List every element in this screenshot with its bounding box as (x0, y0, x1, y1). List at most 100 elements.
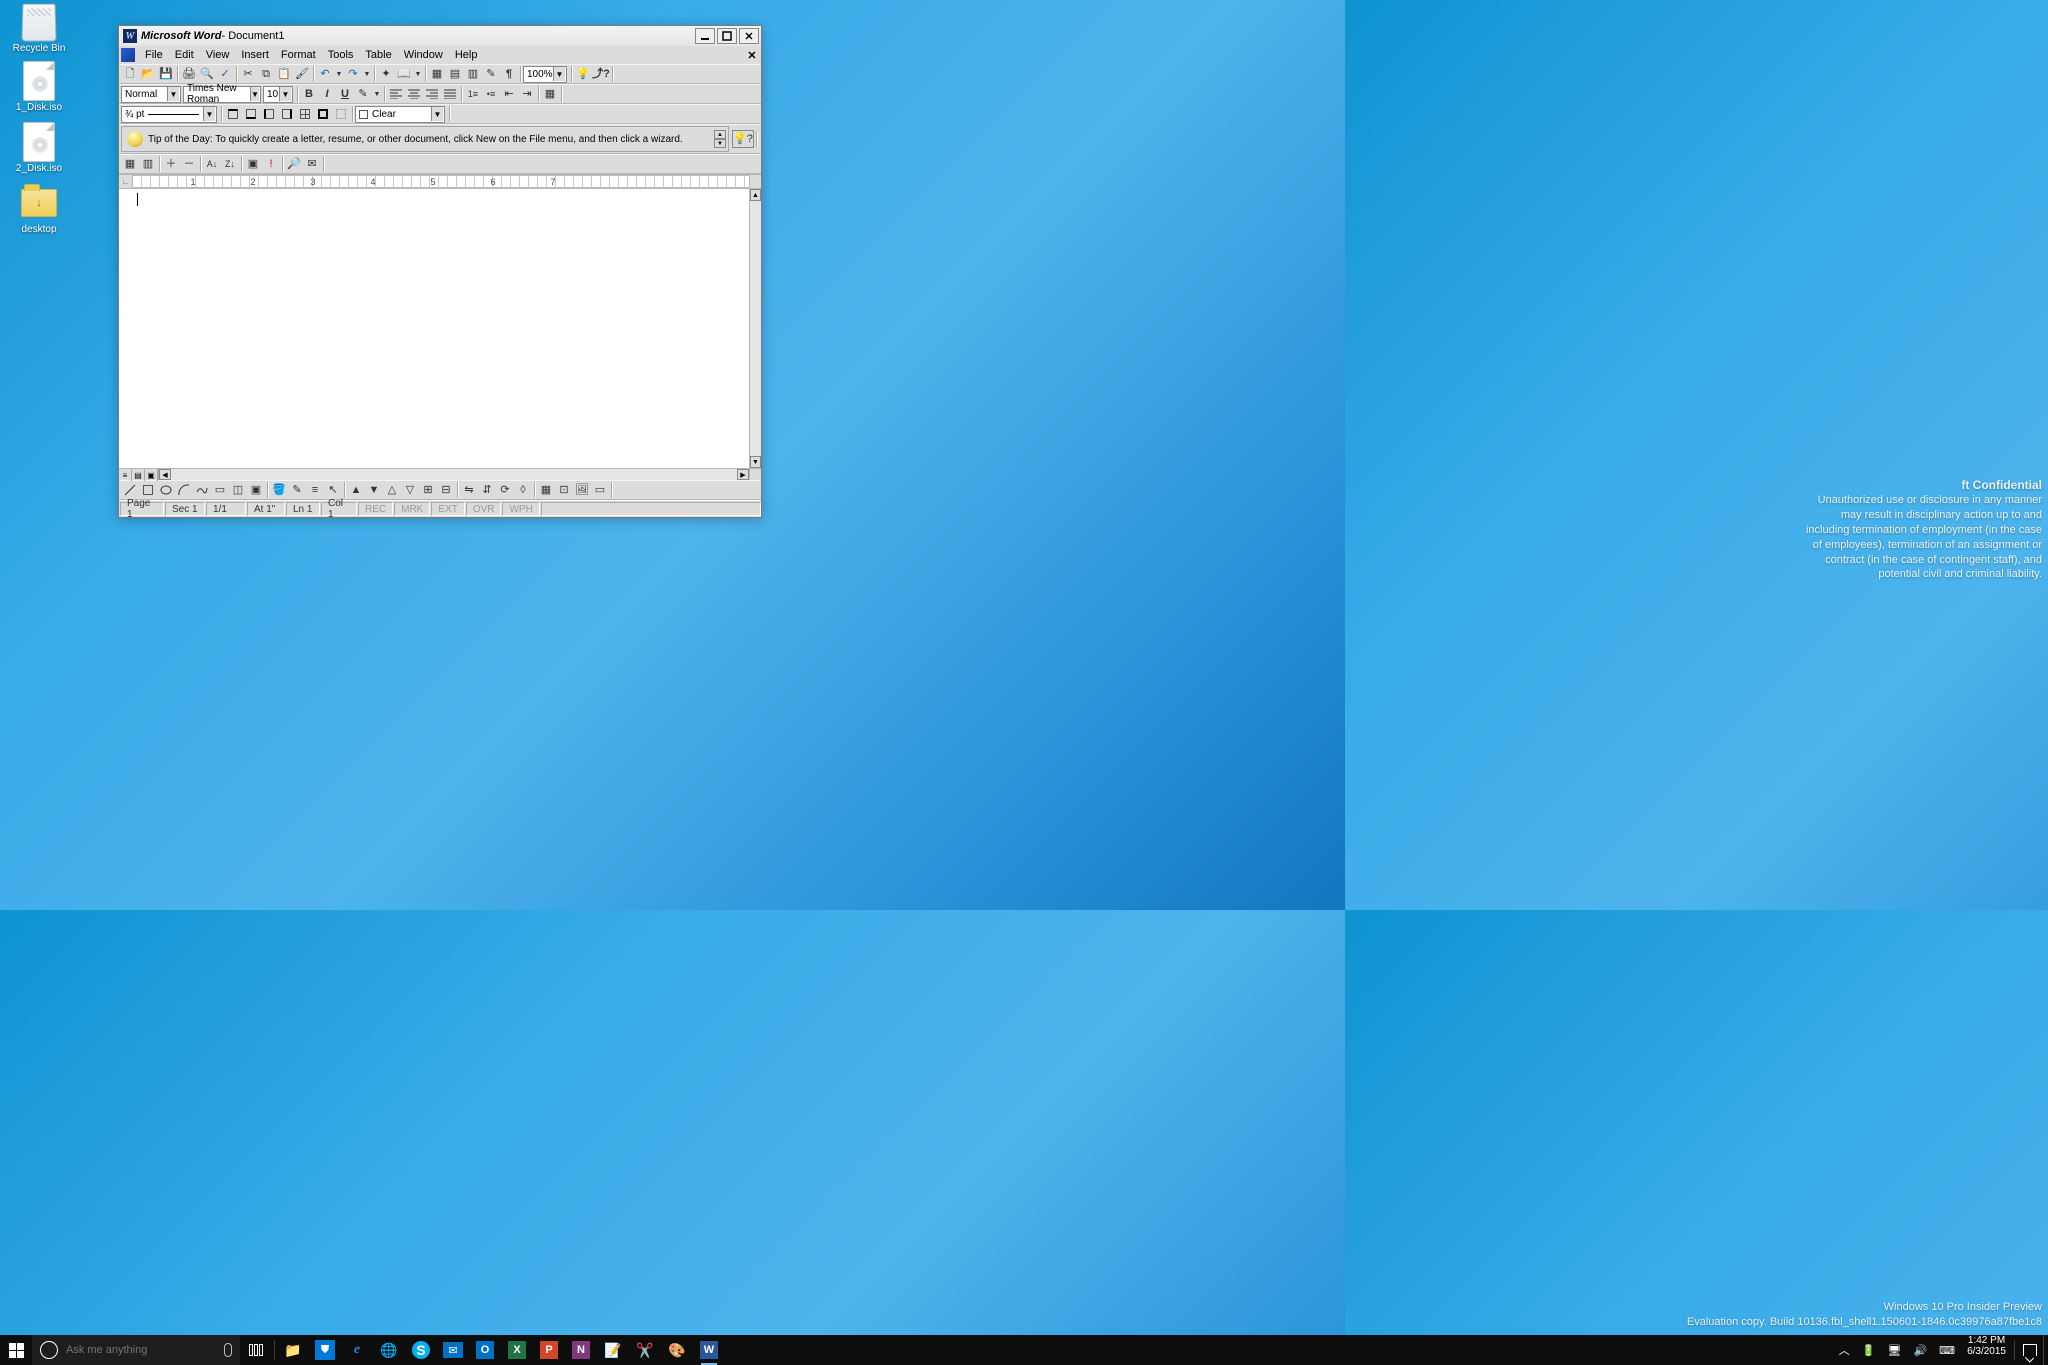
undo-dropdown[interactable]: ▼ (334, 65, 344, 83)
taskbar-ie[interactable]: e (341, 1335, 373, 1365)
tray-battery[interactable]: 🔋 (1856, 1335, 1882, 1365)
vertical-scroll-track[interactable] (750, 201, 761, 456)
callout-tool-button[interactable]: ◫ (229, 481, 247, 499)
menu-window[interactable]: Window (398, 48, 449, 62)
maximize-button[interactable] (717, 28, 737, 44)
microphone-icon[interactable] (224, 1343, 232, 1357)
horizontal-scroll-track[interactable] (171, 469, 737, 480)
tip-show-spinner[interactable]: ▲▼ (714, 130, 726, 148)
desktop-icon-folder[interactable]: desktop (5, 185, 73, 235)
line-style-button[interactable]: ≡ (306, 481, 324, 499)
ruler-tab-selector[interactable]: ∟ (119, 175, 133, 188)
taskbar-excel[interactable]: X (501, 1335, 533, 1365)
new-button[interactable]: 🗋 (121, 65, 139, 83)
taskbar-edge[interactable]: 🌐 (373, 1335, 405, 1365)
taskbar-powerpoint[interactable]: P (533, 1335, 565, 1365)
menu-tools[interactable]: Tools (322, 48, 360, 62)
taskbar-mail[interactable]: ✉ (437, 1335, 469, 1365)
fill-color-button[interactable]: 🪣 (270, 481, 288, 499)
document-page[interactable] (133, 189, 749, 468)
ungroup-button[interactable]: ⊟ (437, 481, 455, 499)
taskbar-snipping[interactable]: ✂️ (629, 1335, 661, 1365)
arc-tool-button[interactable] (175, 481, 193, 499)
print-preview-button[interactable]: 🔍 (198, 65, 216, 83)
send-backward-button[interactable]: ▽ (401, 481, 419, 499)
delete-record-button[interactable]: － (180, 155, 198, 173)
scroll-up-button[interactable]: ▲ (750, 189, 761, 201)
columns-button[interactable]: ▥ (464, 65, 482, 83)
help-button[interactable]: ⤴? (592, 65, 610, 83)
rotate-right-button[interactable]: ⟳ (496, 481, 514, 499)
document-control-icon[interactable] (121, 48, 135, 62)
taskbar-file-explorer[interactable]: 📁 (277, 1335, 309, 1365)
status-mode-rec[interactable]: REC (358, 502, 393, 516)
menu-edit[interactable]: Edit (169, 48, 200, 62)
reshape-button[interactable]: ◊ (514, 481, 532, 499)
search-input[interactable] (66, 1344, 218, 1356)
snap-grid-button[interactable]: ▦ (537, 481, 555, 499)
bulleted-list-button[interactable]: •≡ (482, 85, 500, 103)
align-left-button[interactable] (387, 85, 405, 103)
spelling-button[interactable]: ✓ (216, 65, 234, 83)
border-right-button[interactable] (278, 105, 296, 123)
tray-keyboard[interactable]: ⌨ (1933, 1335, 1961, 1365)
menu-insert[interactable]: Insert (235, 48, 275, 62)
insert-address-dropdown[interactable]: ▼ (413, 65, 423, 83)
data-form-button[interactable]: ▦ (121, 155, 139, 173)
taskbar-paint[interactable]: 🎨 (661, 1335, 693, 1365)
tray-volume[interactable]: 🔊 (1907, 1335, 1933, 1365)
desktop-icon-recycle-bin[interactable]: Recycle Bin (5, 4, 73, 54)
desktop-icon-disk1[interactable]: 1_Disk.iso (5, 63, 73, 113)
sort-asc-button[interactable]: A↓ (203, 155, 221, 173)
save-button[interactable]: 💾 (157, 65, 175, 83)
freeform-tool-button[interactable] (193, 481, 211, 499)
decrease-indent-button[interactable]: ⇤ (500, 85, 518, 103)
increase-indent-button[interactable]: ⇥ (518, 85, 536, 103)
menu-view[interactable]: View (200, 48, 236, 62)
show-desktop-button[interactable] (2043, 1335, 2048, 1365)
tray-clock[interactable]: 1:42 PM 6/3/2015 (1961, 1335, 2012, 1365)
taskbar-outlook[interactable]: O (469, 1335, 501, 1365)
format-callout-button[interactable]: ▣ (247, 481, 265, 499)
numbered-list-button[interactable]: 1≡ (464, 85, 482, 103)
status-mode-mrk[interactable]: MRK (394, 502, 430, 516)
mdi-close-button[interactable]: ✕ (745, 48, 759, 62)
normal-view-button[interactable]: ≡ (119, 469, 132, 481)
menu-help[interactable]: Help (449, 48, 484, 62)
border-none-button[interactable] (332, 105, 350, 123)
autoformat-button[interactable]: ✦ (377, 65, 395, 83)
ruler[interactable]: ∟ 1 2 3 4 5 6 7 (119, 174, 761, 188)
highlight-dropdown[interactable]: ▼ (372, 85, 382, 103)
insert-address-button[interactable]: 📖 (395, 65, 413, 83)
sort-desc-button[interactable]: Z↓ (221, 155, 239, 173)
page-layout-view-button[interactable]: ▣ (145, 469, 158, 481)
tray-network[interactable]: 🖥 (1882, 1335, 1908, 1365)
bring-front-button[interactable]: ▲ (347, 481, 365, 499)
line-tool-button[interactable] (121, 481, 139, 499)
group-button[interactable]: ⊞ (419, 481, 437, 499)
send-back-button[interactable]: ▼ (365, 481, 383, 499)
rectangle-tool-button[interactable] (139, 481, 157, 499)
insert-frame-button[interactable]: ▭ (591, 481, 609, 499)
align-drawing-button[interactable]: ⊡ (555, 481, 573, 499)
cut-button[interactable]: ✂ (239, 65, 257, 83)
border-bottom-button[interactable] (242, 105, 260, 123)
taskbar-onenote[interactable]: N (565, 1335, 597, 1365)
status-mode-wph[interactable]: WPH (502, 502, 539, 516)
border-left-button[interactable] (260, 105, 278, 123)
redo-dropdown[interactable]: ▼ (362, 65, 372, 83)
font-combo[interactable]: Times New Roman▼ (183, 86, 261, 103)
menu-file[interactable]: File (139, 48, 169, 62)
find-record-button[interactable]: 🔎 (285, 155, 303, 173)
taskbar-word[interactable]: W (693, 1335, 725, 1365)
select-objects-button[interactable]: ↖ (324, 481, 342, 499)
task-view-button[interactable] (240, 1335, 272, 1365)
highlight-button[interactable]: ✎ (354, 85, 372, 103)
manage-fields-button[interactable]: ▥ (139, 155, 157, 173)
border-outside-button[interactable] (314, 105, 332, 123)
status-mode-ovr[interactable]: OVR (466, 502, 502, 516)
underline-button[interactable]: U (336, 85, 354, 103)
font-size-combo[interactable]: 10▼ (263, 86, 293, 103)
create-picture-button[interactable]: 🖼 (573, 481, 591, 499)
taskbar-store[interactable]: ⛊ (309, 1335, 341, 1365)
